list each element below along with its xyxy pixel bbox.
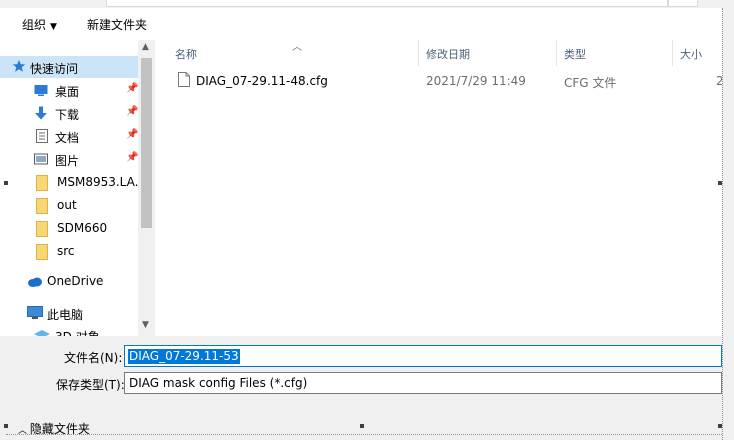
nav-label: 图片 xyxy=(55,154,80,168)
organize-label: 组织 xyxy=(22,18,47,32)
nav-item-3d-objects[interactable]: 3D 对象 xyxy=(0,324,138,336)
nav-item-folder[interactable]: MSM8953.LA.3 xyxy=(0,171,138,193)
nav-item-quick-access[interactable]: 快速访问 xyxy=(0,56,138,78)
filetype-value: DIAG mask config Files (*.cfg) xyxy=(129,376,308,390)
frame-border xyxy=(6,434,722,435)
nav-item-desktop[interactable]: 桌面 📌 xyxy=(0,79,138,101)
nav-item-folder[interactable]: src xyxy=(0,240,138,262)
picture-icon xyxy=(34,152,48,166)
organize-button[interactable]: 组织 ▼ xyxy=(22,16,57,33)
filename-label: 文件名(N): xyxy=(64,351,123,365)
window-edge xyxy=(722,8,734,440)
resize-handle[interactable] xyxy=(360,424,364,428)
nav-label: SDM660 xyxy=(57,221,108,235)
file-name: DIAG_07-29.11-48.cfg xyxy=(196,74,328,88)
address-bar-edge xyxy=(106,0,668,7)
new-folder-button[interactable]: 新建文件夹 xyxy=(87,16,147,33)
nav-item-documents[interactable]: 文档 📌 xyxy=(0,125,138,147)
nav-item-this-pc[interactable]: 此电脑 xyxy=(0,302,138,324)
filetype-select[interactable]: DIAG mask config Files (*.cfg) xyxy=(124,372,722,394)
nav-item-onedrive[interactable]: OneDrive xyxy=(0,270,138,292)
nav-label: OneDrive xyxy=(47,274,104,288)
file-icon xyxy=(178,72,190,90)
folder-icon xyxy=(36,221,50,237)
navigation-pane: 快速访问 桌面 📌 下载 📌 文档 📌 图片 📌 MSM8953.LA.3 ou… xyxy=(0,40,138,336)
pin-icon: 📌 xyxy=(126,152,138,163)
new-folder-label: 新建文件夹 xyxy=(87,18,148,32)
desktop-icon xyxy=(34,83,48,97)
nav-label: 下载 xyxy=(55,108,80,122)
nav-label: MSM8953.LA.3 xyxy=(57,175,138,189)
nav-label: 文档 xyxy=(55,131,80,145)
file-list: ︿ 名称 修改日期 类型 大小 DIAG_07-29.11-48.cfg 202… xyxy=(156,40,722,336)
search-box-edge xyxy=(668,0,698,7)
resize-handle[interactable] xyxy=(718,181,722,185)
nav-label: 桌面 xyxy=(55,85,80,99)
folder-icon xyxy=(36,198,50,214)
download-icon xyxy=(34,106,48,120)
star-icon xyxy=(12,59,26,73)
nav-label: out xyxy=(57,198,77,212)
table-row[interactable]: DIAG_07-29.11-48.cfg 2021/7/29 11:49 CFG… xyxy=(156,40,722,100)
pin-icon: 📌 xyxy=(126,83,138,94)
filename-input[interactable]: DIAG_07-29.11-53 xyxy=(124,345,722,367)
cloud-icon xyxy=(27,276,42,290)
file-modified: 2021/7/29 11:49 xyxy=(426,74,526,88)
nav-item-folder[interactable]: out xyxy=(0,194,138,216)
scroll-down-icon[interactable]: ▼ xyxy=(142,320,149,330)
resize-handle[interactable] xyxy=(4,181,8,185)
toolbar: 组织 ▼ 新建文件夹 xyxy=(0,8,722,38)
nav-label: src xyxy=(57,244,75,258)
filename-value: DIAG_07-29.11-53 xyxy=(128,349,240,364)
nav-label: 此电脑 xyxy=(47,308,84,322)
folder-icon xyxy=(36,244,50,260)
navigation-scrollbar[interactable]: ▲ ▼ xyxy=(138,40,155,336)
top-strip xyxy=(0,0,734,8)
document-icon xyxy=(36,129,50,143)
scrollbar-thumb[interactable] xyxy=(141,58,152,228)
nav-label: 3D 对象 xyxy=(55,328,100,336)
file-type: CFG 文件 xyxy=(564,76,617,90)
computer-icon xyxy=(27,306,43,320)
resize-handle[interactable] xyxy=(718,424,722,428)
nav-item-downloads[interactable]: 下载 📌 xyxy=(0,102,138,124)
nav-item-pictures[interactable]: 图片 📌 xyxy=(0,148,138,170)
scroll-up-icon[interactable]: ▲ xyxy=(142,42,149,52)
folder-icon xyxy=(36,175,50,191)
chevron-down-icon: ▼ xyxy=(50,22,57,32)
pin-icon: 📌 xyxy=(126,129,138,140)
resize-handle[interactable] xyxy=(4,424,8,428)
filetype-label: 保存类型(T): xyxy=(56,378,125,392)
nav-item-folder[interactable]: SDM660 xyxy=(0,217,138,239)
pin-icon: 📌 xyxy=(126,106,138,117)
nav-label: 快速访问 xyxy=(30,62,79,76)
